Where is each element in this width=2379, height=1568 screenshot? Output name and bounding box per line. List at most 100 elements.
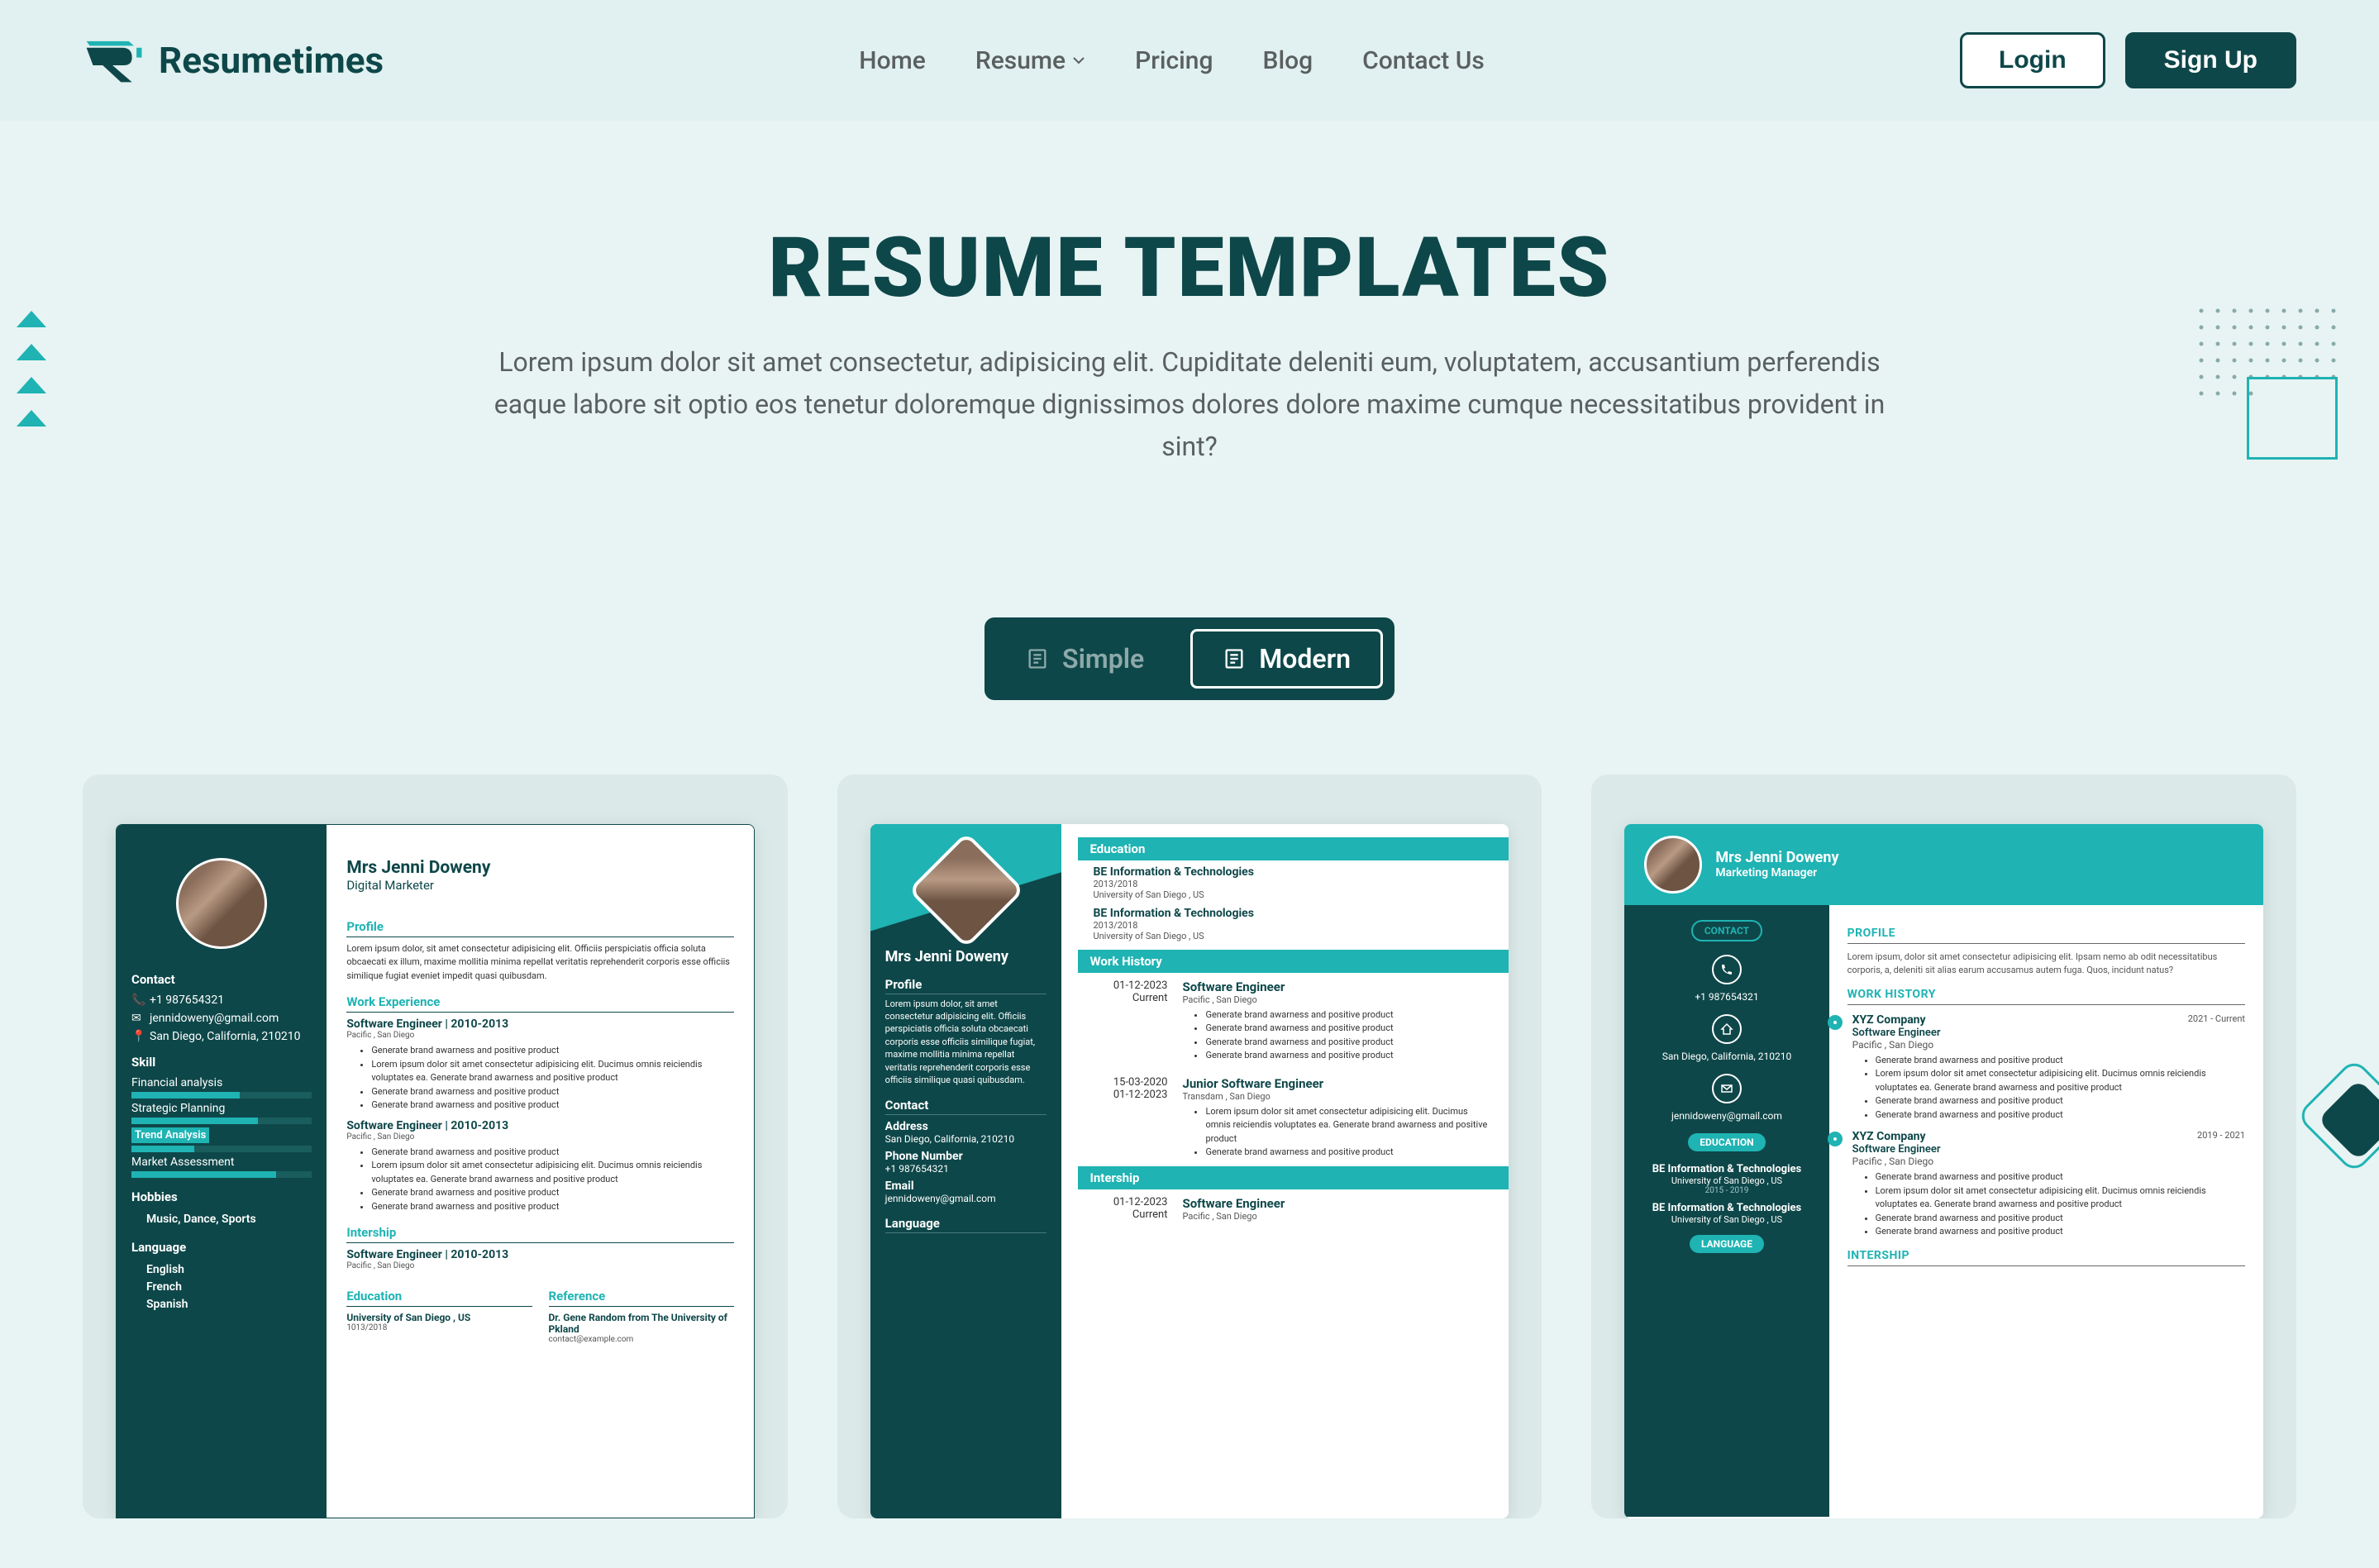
job-title: Software Engineer | 2010-2013 <box>346 1018 733 1031</box>
decoration-triangles <box>17 311 46 443</box>
reference-name: Dr. Gene Random from The University of P… <box>549 1312 734 1335</box>
email-icon <box>1712 1074 1742 1103</box>
email-value: jennidoweny@gmail.com <box>885 1193 1047 1204</box>
language-item: English <box>131 1261 312 1279</box>
intership-heading: Intership <box>346 1225 733 1243</box>
nav-resume[interactable]: Resume <box>975 46 1085 75</box>
signup-button[interactable]: Sign Up <box>2125 32 2296 88</box>
contact-pill: CONTACT <box>1691 920 1762 941</box>
skill-item: Financial analysis <box>131 1076 312 1089</box>
profile-heading: Profile <box>346 919 733 937</box>
tab-modern[interactable]: Modern <box>1190 629 1383 689</box>
avatar-icon <box>1644 836 1702 894</box>
reference-contact: contact@example.com <box>549 1335 734 1344</box>
education-title: BE Information & Technologies <box>1093 865 1494 879</box>
job-location: Pacific , San Diego <box>1852 1156 2245 1167</box>
resume-role: Marketing Manager <box>1715 866 1838 879</box>
profile-heading: Profile <box>885 977 1047 994</box>
hero: RESUME TEMPLATES Lorem ipsum dolor sit a… <box>0 121 2379 535</box>
tab-group: Simple Modern <box>984 617 1395 700</box>
language-heading: Language <box>885 1216 1047 1233</box>
template-card-2[interactable]: Mrs Jenni Doweny Profile Lorem ipsum dol… <box>837 774 1542 1518</box>
language-pill: LANGUAGE <box>1690 1235 1764 1253</box>
resume-name: Mrs Jenni Doweny <box>346 858 733 878</box>
tab-modern-label: Modern <box>1259 643 1351 674</box>
resume-role: Digital Marketer <box>346 878 733 893</box>
decoration-square <box>2247 377 2338 460</box>
job-title: Software Engineer <box>1182 979 1494 994</box>
job-location: Pacific , San Diego <box>346 1132 733 1141</box>
education-date: 2015 - 2019 <box>1636 1186 1817 1195</box>
company-name: XYZ Company <box>1852 1013 1926 1027</box>
timeline-dot-icon <box>1828 1132 1843 1146</box>
company-name: XYZ Company <box>1852 1130 1926 1143</box>
email-label: Email <box>885 1180 1047 1193</box>
tab-simple[interactable]: Simple <box>996 629 1174 689</box>
template-card-3[interactable]: Mrs Jenni Doweny Marketing Manager CONTA… <box>1591 774 2296 1518</box>
phone-value: +1 987654321 <box>1636 989 1817 1004</box>
main-nav: Home Resume Pricing Blog Contact Us <box>859 46 1485 75</box>
avatar-icon <box>176 858 267 949</box>
contact-heading: Contact <box>131 972 312 987</box>
email-value: jennidoweny@gmail.com <box>150 1012 279 1025</box>
phone-icon: 📞 <box>131 994 143 1007</box>
hobbies-list: Music, Dance, Sports <box>131 1211 312 1228</box>
job-bullets: Generate brand awarness and positive pro… <box>346 1044 733 1113</box>
logo-icon <box>83 38 149 83</box>
resume-preview-3: Mrs Jenni Doweny Marketing Manager CONTA… <box>1624 824 2263 1518</box>
reference-heading: Reference <box>549 1289 734 1307</box>
education-heading: Education <box>1078 837 1509 860</box>
job-title: Software Engineer <box>1182 1196 1494 1211</box>
resume-preview-2: Mrs Jenni Doweny Profile Lorem ipsum dol… <box>870 824 1509 1518</box>
education-location: University of San Diego , US <box>1636 1175 1817 1186</box>
job-title: Software Engineer | 2010-2013 <box>346 1119 733 1132</box>
resume-preview-1: Contact 📞+1 987654321 ✉jennidoweny@gmail… <box>116 824 755 1518</box>
header-buttons: Login Sign Up <box>1960 32 2296 88</box>
template-tabs: Simple Modern <box>0 617 2379 700</box>
job-title: Software Engineer | 2010-2013 <box>346 1248 733 1261</box>
address-label: Address <box>885 1120 1047 1133</box>
nav-contact[interactable]: Contact Us <box>1362 46 1485 75</box>
job-bullets: Generate brand awarness and positive pro… <box>346 1146 733 1214</box>
job-location: Transdam , San Diego <box>1182 1091 1494 1102</box>
language-item: French <box>131 1279 312 1296</box>
profile-text: Lorem ipsum, dolor sit amet consectetur … <box>1847 951 2245 978</box>
job-date: 2019 - 2021 <box>2197 1130 2245 1143</box>
hobbies-heading: Hobbies <box>131 1189 312 1204</box>
skill-heading: Skill <box>131 1055 312 1070</box>
header: Resumetimes Home Resume Pricing Blog Con… <box>0 0 2379 121</box>
tab-simple-label: Simple <box>1062 643 1144 674</box>
template-card-1[interactable]: Contact 📞+1 987654321 ✉jennidoweny@gmail… <box>83 774 788 1518</box>
address-value: San Diego, California, 210210 <box>885 1133 1047 1145</box>
nav-pricing[interactable]: Pricing <box>1135 46 1213 75</box>
email-icon: ✉ <box>131 1012 143 1025</box>
education-pill: EDUCATION <box>1688 1133 1765 1151</box>
skill-item: Strategic Planning <box>131 1102 312 1115</box>
home-icon <box>1712 1014 1742 1044</box>
education-heading: Education <box>346 1289 532 1307</box>
phone-value: +1 987654321 <box>885 1163 1047 1175</box>
work-heading: WORK HISTORY <box>1847 988 2245 1005</box>
job-location: Pacific , San Diego <box>1852 1039 2245 1051</box>
templates-grid: Contact 📞 +1 987654321 ✉ jennidoweny@gmail… <box>0 774 2379 1568</box>
education-location: University of San Diego , US <box>1093 889 1494 900</box>
job-location: Pacific , San Diego <box>346 1261 733 1270</box>
page-title: RESUME TEMPLATES <box>165 220 2214 317</box>
logo[interactable]: Resumetimes <box>83 38 384 83</box>
profile-text: Lorem ipsum dolor, sit amet consectetur … <box>346 942 733 984</box>
nav-blog[interactable]: Blog <box>1263 46 1313 75</box>
nav-home[interactable]: Home <box>859 46 926 75</box>
intership-heading: Intership <box>1078 1166 1509 1189</box>
page-description: Lorem ipsum dolor sit amet consectetur, … <box>487 341 1892 469</box>
job-title: Junior Software Engineer <box>1182 1076 1494 1091</box>
location-value: San Diego, California, 210210 <box>150 1030 301 1043</box>
education-title: BE Information & Technologies <box>1636 1163 1817 1175</box>
login-button[interactable]: Login <box>1960 32 2105 88</box>
skill-item-highlighted: Trend Analysis <box>131 1127 209 1143</box>
nav-resume-label: Resume <box>975 46 1066 75</box>
job-location: Pacific , San Diego <box>346 1031 733 1040</box>
education-date: 2013/2018 <box>1093 879 1494 889</box>
resume-name: Mrs Jenni Doweny <box>1715 849 1838 866</box>
location-value: San Diego, California, 210210 <box>1636 1049 1817 1064</box>
education-location: University of San Diego , US <box>1093 931 1494 941</box>
